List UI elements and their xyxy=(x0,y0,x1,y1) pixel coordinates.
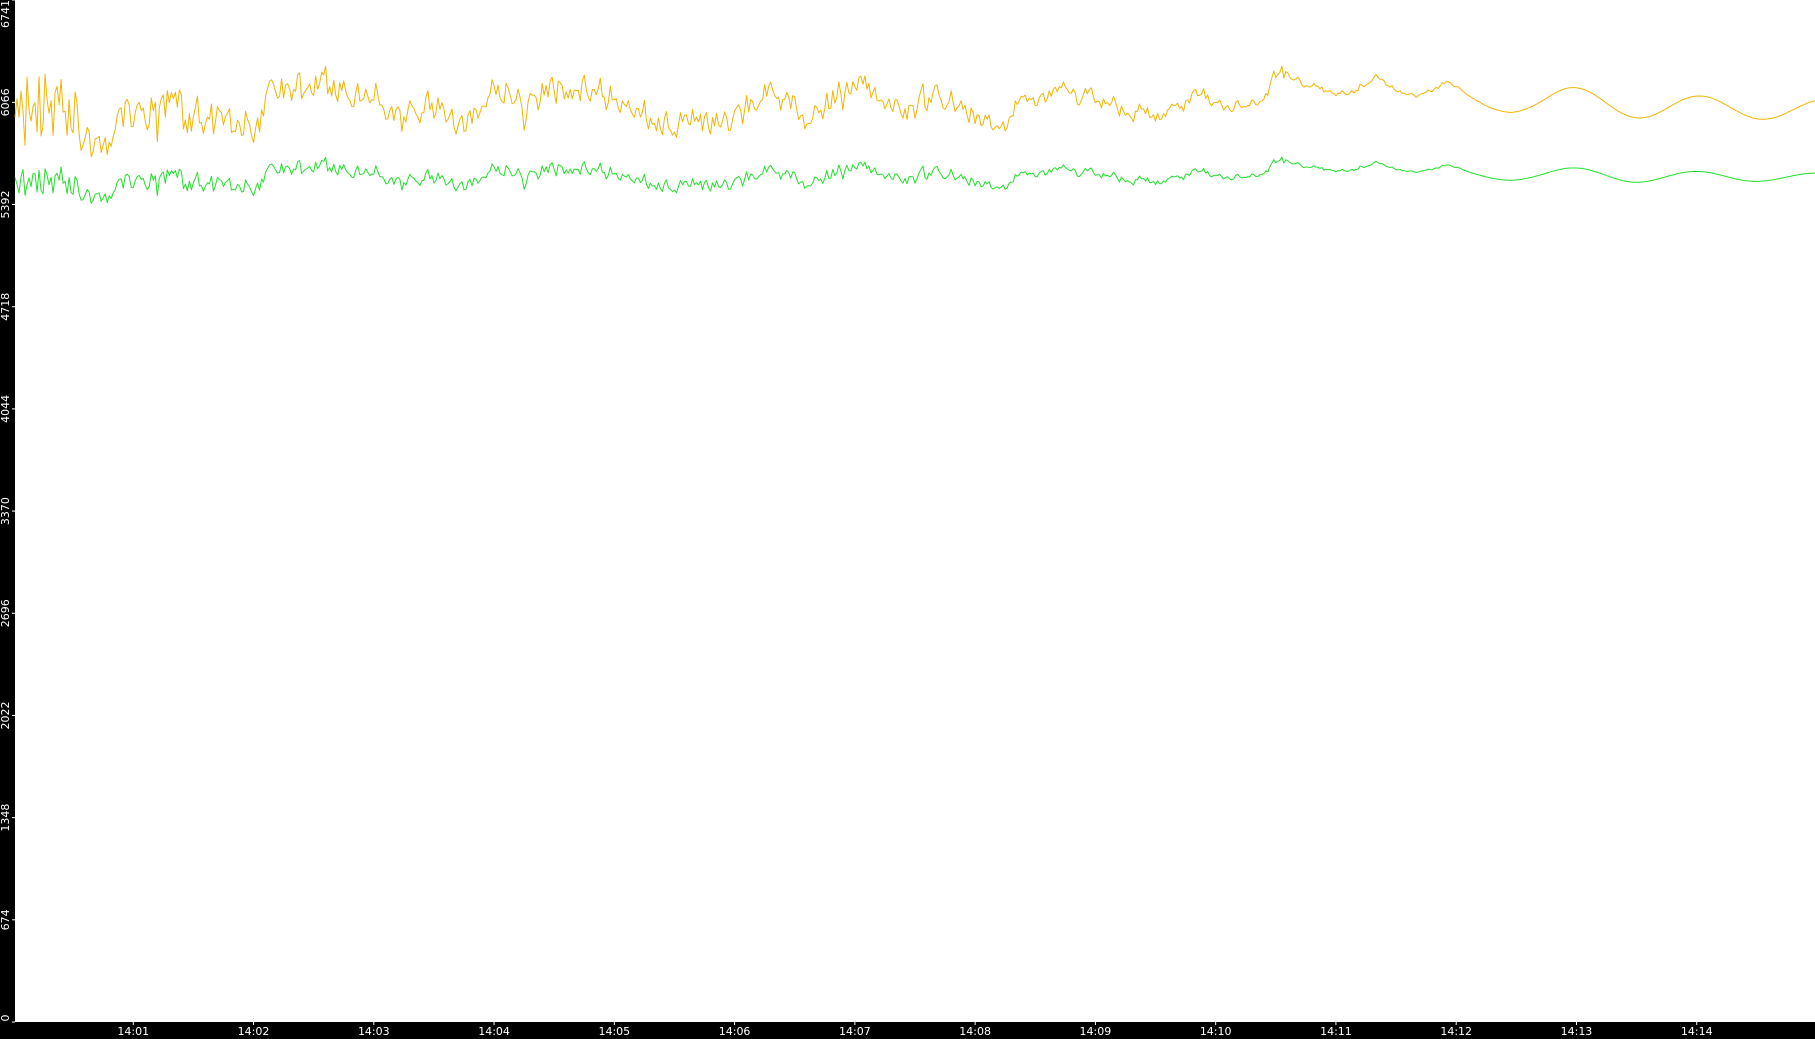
x-tick: 14:02 xyxy=(238,1022,270,1038)
y-tick-label: 674 xyxy=(0,909,12,930)
x-tick-label: 14:10 xyxy=(1200,1025,1232,1038)
plot-area xyxy=(15,0,1815,1022)
x-tick: 14:11 xyxy=(1320,1022,1352,1038)
y-tick-label: 2696 xyxy=(0,599,12,627)
x-tick-label: 14:12 xyxy=(1440,1025,1472,1038)
x-tick-label: 14:05 xyxy=(598,1025,630,1038)
x-tick: 14:05 xyxy=(598,1022,630,1038)
x-tick: 14:04 xyxy=(478,1022,510,1038)
y-tick-label: 6741 xyxy=(0,0,12,28)
y-tick-label: 6066 xyxy=(0,88,12,116)
x-tick-label: 14:09 xyxy=(1080,1025,1112,1038)
x-tick: 14:13 xyxy=(1561,1022,1593,1038)
x-tick-label: 14:11 xyxy=(1320,1025,1352,1038)
y-tick-label: 5392 xyxy=(0,191,12,219)
x-tick-label: 14:03 xyxy=(358,1025,390,1038)
x-tick: 14:01 xyxy=(117,1022,149,1038)
x-tick-label: 14:14 xyxy=(1681,1025,1713,1038)
x-tick-label: 14:02 xyxy=(238,1025,270,1038)
y-tick-label: 3370 xyxy=(0,497,12,525)
x-tick: 14:14 xyxy=(1681,1022,1713,1038)
x-tick-label: 14:04 xyxy=(478,1025,510,1038)
x-tick-label: 14:06 xyxy=(719,1025,751,1038)
x-tick: 14:10 xyxy=(1200,1022,1232,1038)
x-tick-label: 14:07 xyxy=(839,1025,871,1038)
y-tick-label: 1348 xyxy=(0,804,12,832)
chart-canvas: 0 674 1348 2022 2696 3370 4044 4718 5392 6066 6741… xyxy=(0,0,1815,1039)
x-tick-label: 14:08 xyxy=(959,1025,991,1038)
x-tick: 14:06 xyxy=(719,1022,751,1038)
x-tick: 14:08 xyxy=(959,1022,991,1038)
y-tick-label: 0 xyxy=(0,1015,12,1022)
line-chart: 0 674 1348 2022 2696 3370 4044 4718 5392 6066 6741… xyxy=(0,0,1815,1039)
x-tick-label: 14:01 xyxy=(117,1025,149,1038)
x-tick: 14:12 xyxy=(1440,1022,1472,1038)
y-tick-label: 2022 xyxy=(0,701,12,729)
y-tick-label: 4044 xyxy=(0,395,12,423)
x-tick: 14:03 xyxy=(358,1022,390,1038)
x-tick: 14:09 xyxy=(1080,1022,1112,1038)
x-tick-label: 14:13 xyxy=(1561,1025,1593,1038)
x-tick: 14:07 xyxy=(839,1022,871,1038)
y-tick-label: 4718 xyxy=(0,293,12,321)
